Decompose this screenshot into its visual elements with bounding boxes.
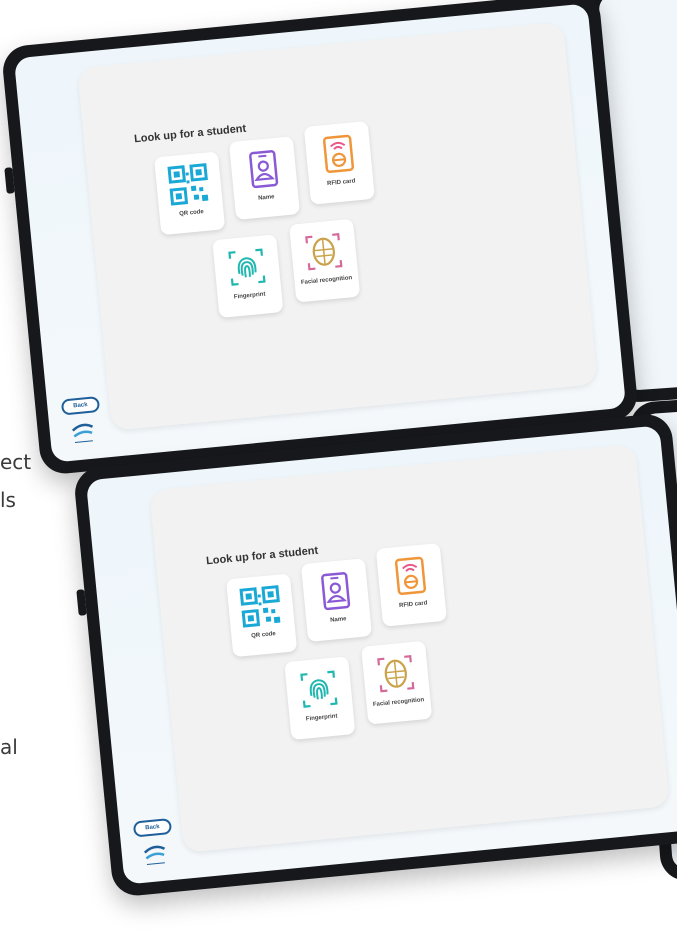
side-text-3: al (0, 735, 18, 759)
fingerprint-icon (300, 670, 338, 708)
qr-code-card[interactable]: QR code (154, 151, 226, 236)
tablet-bottom: Look up for a student QR code Name RFID … (72, 412, 677, 898)
facial-recognition-icon (377, 655, 415, 693)
rfid-card-icon (394, 556, 427, 596)
tablet-top: Look up for a student QR code Name RFID … (0, 0, 640, 476)
name-card[interactable]: Name (228, 136, 301, 220)
logo-icon (143, 845, 166, 865)
back-button[interactable]: Back (132, 817, 173, 838)
fingerprint-label: Fingerprint (305, 713, 338, 723)
qr-code-icon (239, 585, 281, 628)
rfid-card-label: RFID card (398, 600, 428, 610)
side-button (76, 589, 87, 616)
facial-recognition-label: Facial recognition (300, 275, 353, 287)
name-label: Name (329, 616, 347, 624)
facial-recognition-icon (305, 233, 343, 271)
tablet-screen: Look up for a student QR code Name RFID … (85, 425, 677, 885)
name-card[interactable]: Name (300, 558, 373, 642)
fingerprint-card[interactable]: Fingerprint (212, 234, 284, 319)
facial-recognition-card[interactable]: Facial recognition (289, 218, 361, 303)
rfid-card-icon (322, 134, 355, 174)
person-card-icon (249, 150, 279, 189)
tablet-screen: Look up for a student QR code Name RFID … (13, 3, 627, 463)
name-label: Name (257, 194, 275, 202)
logo-icon (71, 423, 94, 443)
side-button (4, 167, 15, 194)
person-card-icon (321, 572, 351, 611)
qr-code-icon (167, 163, 209, 206)
side-text-2: ls (0, 488, 16, 512)
rfid-card[interactable]: RFID card (375, 542, 447, 627)
qr-code-label: QR code (250, 631, 277, 640)
facial-recognition-label: Facial recognition (372, 697, 425, 709)
fingerprint-card[interactable]: Fingerprint (284, 656, 356, 741)
fingerprint-icon (228, 248, 266, 286)
side-text-1: ect (0, 450, 32, 474)
rfid-card-label: RFID card (326, 178, 356, 188)
fingerprint-label: Fingerprint (233, 291, 266, 301)
rfid-card[interactable]: RFID card (303, 120, 375, 205)
facial-recognition-card[interactable]: Facial recognition (361, 640, 433, 725)
qr-code-card[interactable]: QR code (226, 573, 298, 658)
back-button[interactable]: Back (60, 395, 101, 416)
qr-code-label: QR code (178, 209, 205, 218)
